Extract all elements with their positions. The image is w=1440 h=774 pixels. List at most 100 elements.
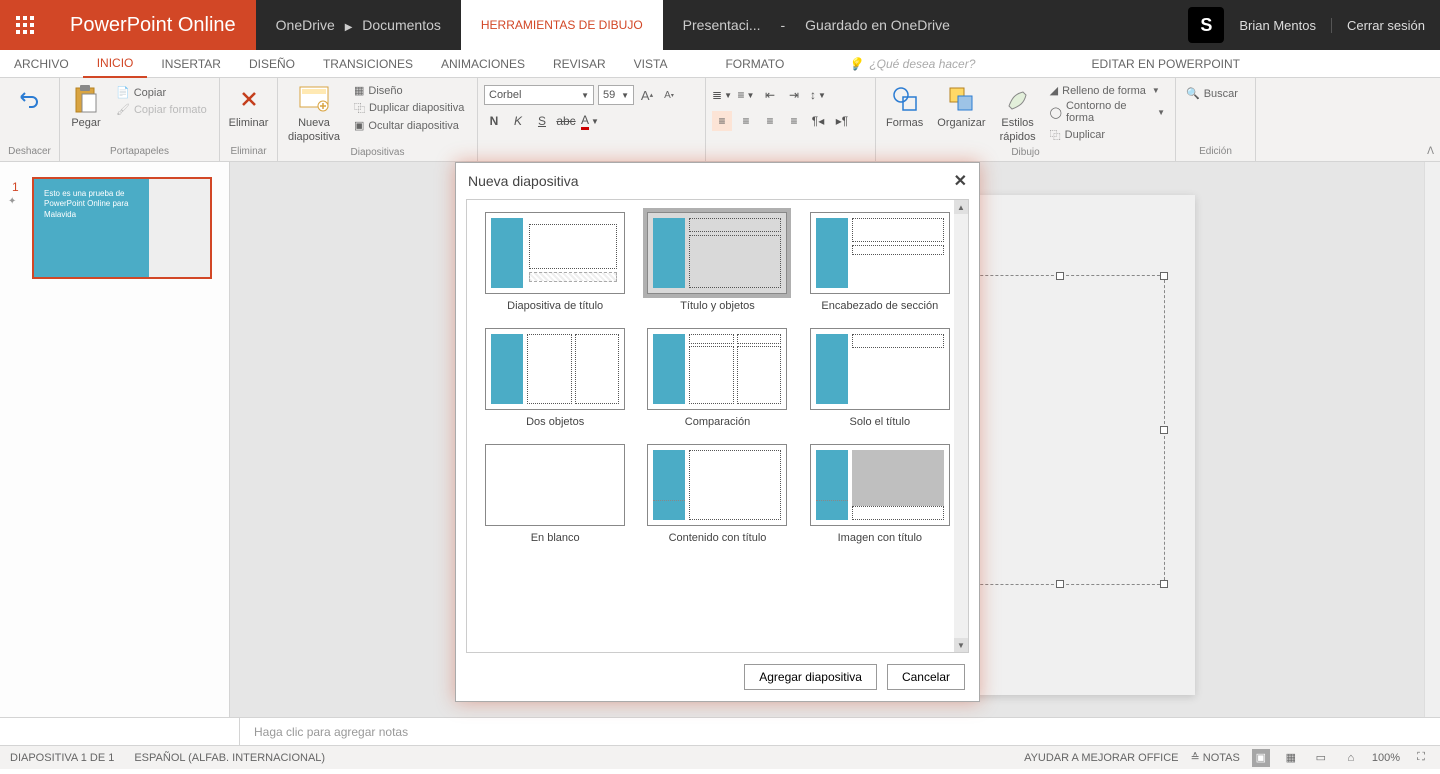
resize-handle[interactable] — [1160, 272, 1168, 280]
font-name-select[interactable]: Corbel▼ — [484, 85, 594, 105]
tab-animaciones[interactable]: ANIMACIONES — [427, 50, 539, 78]
text-direction-button[interactable]: ↕▼ — [808, 85, 828, 105]
layout-title-content[interactable]: Título y objetos — [641, 212, 793, 312]
layout-content-caption[interactable]: Contenido con título — [641, 444, 793, 544]
rtl-button[interactable]: ¶◂ — [808, 111, 828, 131]
align-right-button[interactable]: ≡ — [760, 111, 780, 131]
edit-in-powerpoint-link[interactable]: EDITAR EN POWERPOINT — [1092, 57, 1240, 71]
clipboard-group-label: Portapapeles — [66, 144, 213, 159]
tab-archivo[interactable]: ARCHIVO — [0, 50, 83, 78]
shapes-button[interactable]: Formas — [882, 81, 927, 145]
delete-group-label: Eliminar — [226, 144, 271, 159]
dialog-scrollbar[interactable]: ▲▼ — [954, 200, 968, 652]
italic-button[interactable]: K — [508, 111, 528, 131]
layout-section-header[interactable]: Encabezado de sección — [804, 212, 956, 312]
resize-handle[interactable] — [1056, 580, 1064, 588]
improve-office-link[interactable]: AYUDAR A MEJORAR OFFICE — [1024, 752, 1178, 764]
duplicate-icon: ⿻ — [1050, 127, 1061, 143]
document-title[interactable]: Presentaci... — [683, 17, 761, 33]
tab-inicio[interactable]: INICIO — [83, 50, 148, 78]
shape-outline-button[interactable]: ◯Contorno de forma▼ — [1046, 99, 1169, 125]
selection-box[interactable] — [955, 275, 1165, 585]
layout-title-only[interactable]: Solo el título — [804, 328, 956, 428]
font-color-button[interactable]: A▼ — [580, 111, 600, 131]
normal-view-button[interactable]: ▣ — [1252, 749, 1270, 767]
duplicate-button[interactable]: ⿻Duplicar — [1046, 126, 1169, 144]
notes-toggle[interactable]: ≙ NOTAS — [1191, 751, 1240, 764]
copy-button[interactable]: 📄Copiar — [112, 85, 211, 100]
find-button[interactable]: 🔍Buscar — [1182, 81, 1249, 101]
layout-blank[interactable]: En blanco — [479, 444, 631, 544]
tab-revisar[interactable]: REVISAR — [539, 50, 620, 78]
save-status: Guardado en OneDrive — [805, 17, 950, 33]
notes-bar: Haga clic para agregar notas — [0, 717, 1440, 745]
close-button[interactable]: ✕ — [954, 171, 967, 191]
app-launcher-button[interactable] — [0, 0, 50, 50]
justify-button[interactable]: ≡ — [784, 111, 804, 131]
arrange-button[interactable]: Organizar — [933, 81, 989, 145]
cancel-button[interactable]: Cancelar — [887, 664, 965, 690]
increase-indent-button[interactable]: ⇥ — [784, 85, 804, 105]
scroll-up-icon[interactable]: ▲ — [954, 200, 968, 214]
slide-counter: DIAPOSITIVA 1 DE 1 — [10, 752, 114, 764]
quick-styles-button[interactable]: Estilosrápidos — [996, 81, 1040, 145]
numbering-button[interactable]: ≡▼ — [736, 85, 756, 105]
layout-button[interactable]: ▦Diseño — [350, 83, 468, 98]
undo-button[interactable] — [6, 81, 53, 117]
tell-me-search[interactable]: 💡 ¿Qué desea hacer? — [848, 57, 975, 71]
breadcrumb-folder[interactable]: Documentos — [362, 17, 441, 33]
font-size-select[interactable]: 59▼ — [598, 85, 634, 105]
hide-slide-button[interactable]: ▣Ocultar diapositiva — [350, 118, 468, 133]
strikethrough-button[interactable]: abc — [556, 111, 576, 131]
resize-handle[interactable] — [1160, 426, 1168, 434]
new-slide-icon — [298, 83, 330, 115]
duplicate-slide-button[interactable]: ⿻Duplicar diapositiva — [350, 99, 468, 117]
layout-icon: ▦ — [354, 84, 364, 97]
layout-picture-caption[interactable]: Imagen con título — [804, 444, 956, 544]
user-name[interactable]: Brian Mentos — [1239, 18, 1316, 33]
language-status[interactable]: ESPAÑOL (ALFAB. INTERNACIONAL) — [134, 752, 325, 764]
scroll-down-icon[interactable]: ▼ — [954, 638, 968, 652]
layout-comparison[interactable]: Comparación — [641, 328, 793, 428]
tab-transiciones[interactable]: TRANSICIONES — [309, 50, 427, 78]
resize-handle[interactable] — [1056, 272, 1064, 280]
ltr-button[interactable]: ▸¶ — [832, 111, 852, 131]
tab-formato[interactable]: FORMATO — [711, 50, 798, 78]
shrink-font-button[interactable]: A▾ — [660, 86, 678, 104]
breadcrumb[interactable]: OneDrive ▶ Documentos — [256, 17, 461, 33]
paste-button[interactable]: Pegar — [66, 81, 106, 144]
notes-placeholder[interactable]: Haga clic para agregar notas — [240, 725, 408, 739]
format-painter-button[interactable]: 🖌Copiar formato — [112, 102, 211, 117]
slideshow-view-button[interactable]: ⌂ — [1342, 749, 1360, 767]
delete-button[interactable]: Eliminar — [226, 81, 271, 131]
collapse-ribbon-button[interactable]: ᐱ — [1427, 146, 1434, 157]
grow-font-button[interactable]: A▴ — [638, 86, 656, 104]
slide-thumbnail-1[interactable]: Esto es una prueba de PowerPoint Online … — [32, 177, 212, 279]
vertical-scrollbar[interactable] — [1424, 162, 1440, 717]
decrease-indent-button[interactable]: ⇤ — [760, 85, 780, 105]
reading-view-button[interactable]: ▭ — [1312, 749, 1330, 767]
align-left-button[interactable]: ≡ — [712, 111, 732, 131]
layout-title-slide[interactable]: Diapositiva de título — [479, 212, 631, 312]
signout-link[interactable]: Cerrar sesión — [1331, 18, 1425, 33]
layout-two-content[interactable]: Dos objetos — [479, 328, 631, 428]
new-slide-button[interactable]: Nueva diapositiva — [284, 81, 344, 145]
fit-to-window-button[interactable]: ⛶ — [1412, 749, 1430, 767]
zoom-level[interactable]: 100% — [1372, 752, 1400, 764]
shape-fill-button[interactable]: ◢Relleno de forma▼ — [1046, 83, 1169, 98]
hide-icon: ▣ — [354, 119, 364, 132]
bold-button[interactable]: N — [484, 111, 504, 131]
tab-vista[interactable]: VISTA — [620, 50, 682, 78]
resize-handle[interactable] — [1160, 580, 1168, 588]
contextual-tab-label: HERRAMIENTAS DE DIBUJO — [461, 0, 663, 50]
align-center-button[interactable]: ≡ — [736, 111, 756, 131]
underline-button[interactable]: S — [532, 111, 552, 131]
sorter-view-button[interactable]: ▦ — [1282, 749, 1300, 767]
tab-insertar[interactable]: INSERTAR — [147, 50, 235, 78]
tab-diseno[interactable]: DISEÑO — [235, 50, 309, 78]
bullets-button[interactable]: ≣▼ — [712, 85, 732, 105]
slide-thumbnails-panel[interactable]: 1 ✦ Esto es una prueba de PowerPoint Onl… — [0, 162, 230, 717]
breadcrumb-root[interactable]: OneDrive — [276, 17, 335, 33]
skype-icon[interactable]: S — [1188, 7, 1224, 43]
add-slide-button[interactable]: Agregar diapositiva — [744, 664, 877, 690]
